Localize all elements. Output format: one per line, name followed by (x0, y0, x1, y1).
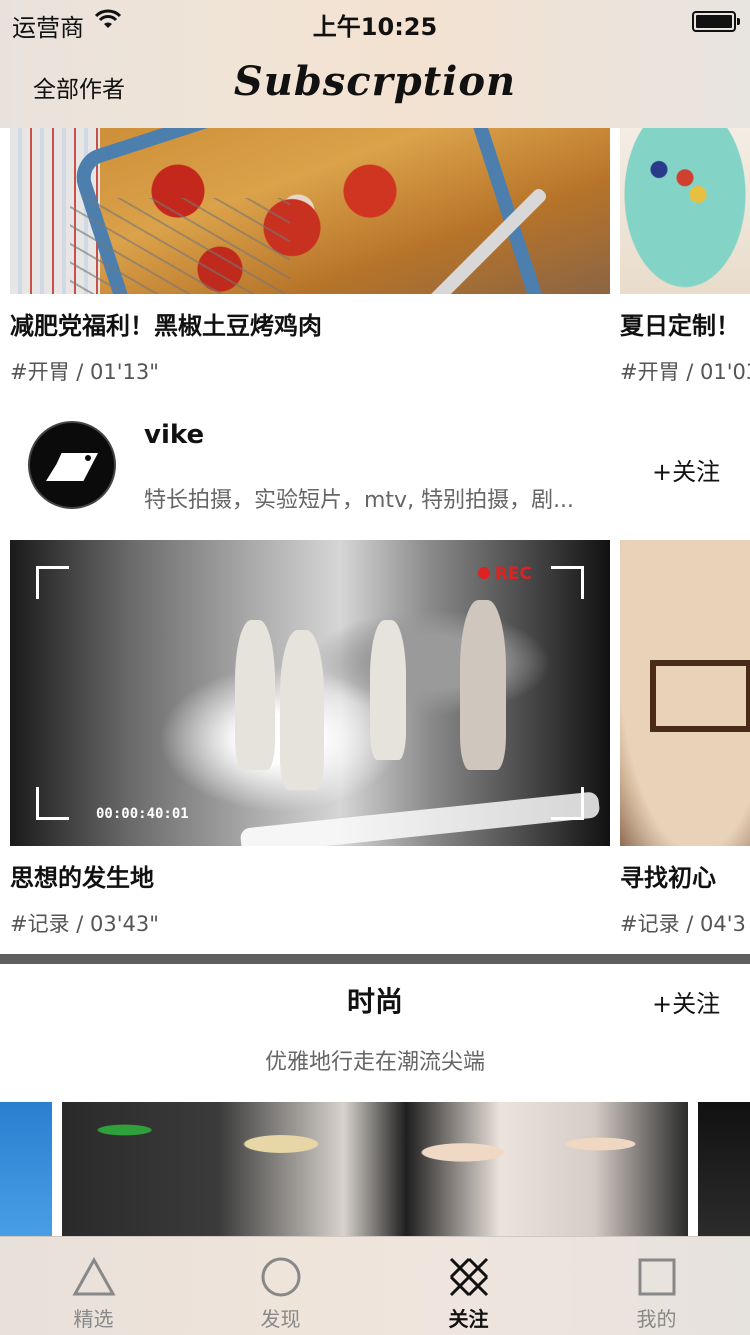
tab-following[interactable]: 关注 (375, 1237, 562, 1335)
video-thumbnail[interactable] (0, 1102, 52, 1242)
battery-icon (692, 11, 740, 32)
video-meta: #开胃 / 01'13" (10, 360, 159, 384)
tab-label: 我的 (636, 1307, 677, 1331)
author-description: 特长拍摄，实验短片，mtv, 特别拍摄，剧... (144, 488, 575, 513)
rec-indicator: REC (478, 564, 532, 584)
follow-category-button[interactable]: +关注 (652, 984, 720, 1019)
video-title: 夏日定制！ (620, 312, 740, 340)
video-meta: #记录 / 04'3 (620, 912, 746, 936)
section-divider (0, 954, 750, 964)
video-thumbnail[interactable] (620, 540, 750, 846)
category-title: 时尚 (346, 985, 403, 1018)
clock: 上午10:25 (312, 13, 438, 41)
timecode-label: 00:00:40:01 (96, 806, 189, 822)
triangle-icon (71, 1256, 116, 1296)
tab-label: 发现 (260, 1307, 301, 1331)
cross-box-icon (449, 1257, 488, 1297)
page-title: Subscrption (233, 58, 517, 105)
author-avatar[interactable] (28, 421, 116, 509)
tab-discover[interactable]: 发现 (187, 1237, 374, 1335)
tab-bar: 精选 发现 关注 我的 (0, 1236, 750, 1335)
video-thumbnail[interactable] (10, 128, 610, 294)
video-card[interactable]: 寻找初心 #记录 / 04'3 (620, 540, 750, 940)
tab-label: 精选 (73, 1307, 114, 1331)
video-meta: #记录 / 03'43" (10, 912, 159, 936)
status-bar: 运营商 上午10:25 (0, 0, 750, 42)
category-subtitle: 优雅地行走在潮流尖端 (264, 1050, 485, 1075)
tab-label: 关注 (448, 1307, 489, 1331)
video-title: 思想的发生地 (10, 864, 154, 892)
video-thumbnail[interactable] (698, 1102, 750, 1242)
video-thumbnail[interactable] (620, 128, 750, 294)
video-card[interactable]: 减肥党福利！黑椒土豆烤鸡肉 #开胃 / 01'13" (10, 128, 610, 398)
video-card[interactable]: REC 00:00:40:01 思想的发生地 #记录 / 03'43" (10, 540, 610, 940)
video-meta: #开胃 / 01'03 (620, 360, 750, 384)
video-title: 减肥党福利！黑椒土豆烤鸡肉 (10, 312, 322, 340)
tab-profile[interactable]: 我的 (563, 1237, 750, 1335)
follow-author-button[interactable]: +关注 (652, 452, 720, 487)
circle-icon (261, 1257, 300, 1297)
square-icon (638, 1258, 675, 1296)
video-title: 寻找初心 (620, 864, 716, 892)
top-header: 运营商 上午10:25 全部作者 Subscrption (0, 0, 750, 128)
video-thumbnail[interactable] (62, 1102, 688, 1242)
video-thumbnail[interactable]: REC 00:00:40:01 (10, 540, 610, 846)
tab-featured[interactable]: 精选 (0, 1237, 187, 1335)
author-name[interactable]: vike (144, 420, 204, 450)
video-card[interactable]: 夏日定制！ #开胃 / 01'03 (620, 128, 750, 398)
